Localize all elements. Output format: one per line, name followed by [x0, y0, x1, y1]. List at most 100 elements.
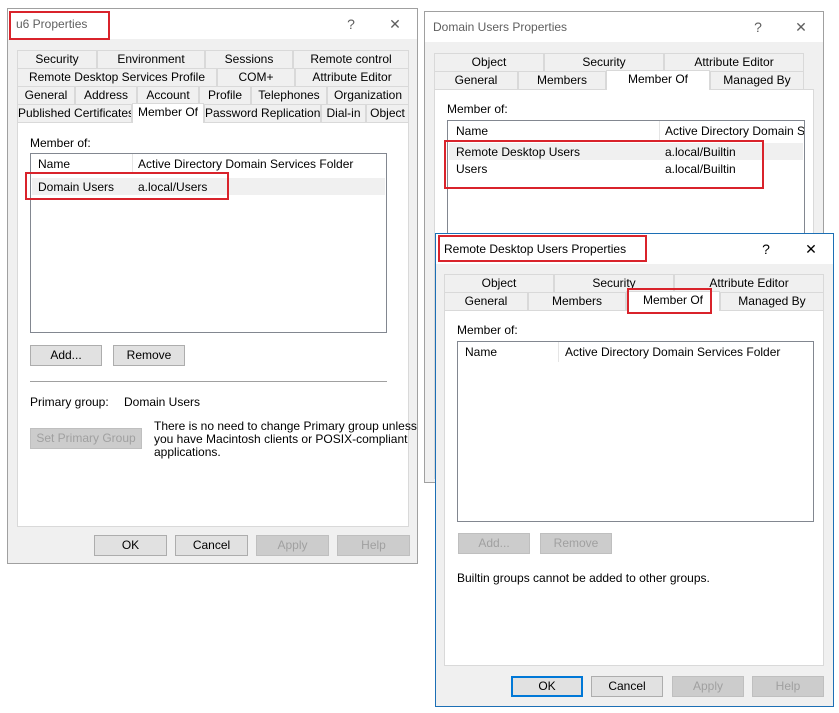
tab-com-plus[interactable]: COM+ — [217, 68, 295, 86]
help-title-button[interactable]: ? — [744, 16, 772, 38]
tab-remote-control[interactable]: Remote control — [293, 50, 409, 68]
col-name-header[interactable]: Name — [465, 345, 497, 359]
tab-member-of[interactable]: Member Of — [626, 291, 720, 311]
tab-profile[interactable]: Profile — [199, 86, 251, 104]
add-button[interactable]: Add... — [30, 345, 102, 366]
dialog-title: Domain Users Properties — [433, 20, 568, 34]
list-header: Name Active Directory Domain Services Fo… — [458, 342, 813, 362]
row-folder: a.local/Users — [138, 180, 208, 194]
u6-properties-dialog: u6 Properties ? ✕ Security Environment S… — [7, 8, 418, 564]
row-name: Domain Users — [38, 180, 115, 194]
list-header: Name Active Directory Domain Services Fo… — [31, 154, 386, 174]
col-separator — [132, 154, 133, 174]
tab-general[interactable]: General — [17, 86, 75, 104]
add-button[interactable]: Add... — [458, 533, 530, 554]
primary-group-value: Domain Users — [124, 395, 201, 409]
help-button[interactable]: Help — [337, 535, 410, 556]
member-of-list[interactable]: Name Active Directory Domain Services Fo… — [457, 341, 814, 522]
close-icon[interactable]: ✕ — [381, 13, 409, 35]
primary-group-note-3: applications. — [154, 445, 221, 459]
col-folder-header[interactable]: Active Directory Domain Services Folder — [565, 345, 780, 359]
apply-button[interactable]: Apply — [256, 535, 329, 556]
tab-general[interactable]: General — [444, 292, 528, 310]
dialog-title: u6 Properties — [16, 17, 88, 31]
tab-security[interactable]: Security — [554, 274, 674, 292]
title-bar: Remote Desktop Users Properties ? ✕ — [436, 234, 833, 264]
title-bar: u6 Properties ? ✕ — [8, 9, 417, 39]
tab-member-of[interactable]: Member Of — [606, 70, 710, 90]
cancel-button[interactable]: Cancel — [175, 535, 248, 556]
cancel-button[interactable]: Cancel — [591, 676, 663, 697]
tab-members[interactable]: Members — [528, 292, 626, 310]
member-of-label: Member of: — [447, 102, 508, 116]
primary-group-note-2: you have Macintosh clients or POSIX-comp… — [154, 432, 408, 446]
primary-group-note-1: There is no need to change Primary group… — [154, 419, 417, 433]
member-of-label: Member of: — [457, 323, 518, 337]
tab-security[interactable]: Security — [17, 50, 97, 68]
help-title-button[interactable]: ? — [337, 13, 365, 35]
tab-sessions[interactable]: Sessions — [205, 50, 293, 68]
divider — [30, 381, 387, 382]
tab-row-2: Remote Desktop Services Profile COM+ Att… — [17, 68, 409, 86]
row-name: Users — [456, 162, 488, 176]
member-of-list[interactable]: Name Active Directory Domain Services Fo… — [30, 153, 387, 333]
tab-published-certificates[interactable]: Published Certificates — [17, 104, 132, 122]
tab-panel: Member of: Name Active Directory Domain … — [444, 310, 824, 666]
tab-row-2: General Members Member Of Managed By — [444, 291, 824, 311]
col-separator — [659, 121, 660, 141]
tab-row-3: General Address Account Profile Telephon… — [17, 86, 409, 104]
tab-row-1: Object Security Attribute Editor — [444, 274, 824, 292]
remove-button[interactable]: Remove — [540, 533, 612, 554]
tab-row-1: Security Environment Sessions Remote con… — [17, 50, 409, 68]
tab-row-2: General Members Member Of Managed By — [434, 70, 804, 90]
row-folder: a.local/Builtin — [665, 162, 736, 176]
remote-desktop-users-properties-dialog: Remote Desktop Users Properties ? ✕ Obje… — [435, 233, 834, 707]
ok-button[interactable]: OK — [94, 535, 167, 556]
builtin-note: Builtin groups cannot be added to other … — [457, 571, 710, 585]
help-title-button[interactable]: ? — [752, 238, 780, 260]
col-separator — [558, 342, 559, 362]
tab-object[interactable]: Object — [434, 53, 544, 71]
tab-object[interactable]: Object — [366, 104, 409, 122]
tab-organization[interactable]: Organization — [327, 86, 409, 104]
tab-telephones[interactable]: Telephones — [251, 86, 327, 104]
close-icon[interactable]: ✕ — [797, 238, 825, 260]
col-folder-header[interactable]: Active Directory Domain Serv — [665, 124, 804, 138]
table-row[interactable]: Remote Desktop Users a.local/Builtin — [449, 143, 803, 160]
tab-attribute-editor[interactable]: Attribute Editor — [664, 53, 804, 71]
help-button[interactable]: Help — [752, 676, 824, 697]
set-primary-group-button[interactable]: Set Primary Group — [30, 428, 142, 449]
tab-object[interactable]: Object — [444, 274, 554, 292]
tab-account[interactable]: Account — [137, 86, 199, 104]
col-folder-header[interactable]: Active Directory Domain Services Folder — [138, 157, 353, 171]
col-name-header[interactable]: Name — [456, 124, 488, 138]
ok-button[interactable]: OK — [511, 676, 583, 697]
tab-security[interactable]: Security — [544, 53, 664, 71]
tab-dial-in[interactable]: Dial-in — [321, 104, 366, 122]
row-folder: a.local/Builtin — [665, 145, 736, 159]
tab-row-4: Published Certificates Member Of Passwor… — [17, 103, 409, 123]
tab-environment[interactable]: Environment — [97, 50, 205, 68]
remove-button[interactable]: Remove — [113, 345, 185, 366]
tab-rds-profile[interactable]: Remote Desktop Services Profile — [17, 68, 217, 86]
tab-address[interactable]: Address — [75, 86, 137, 104]
list-header: Name Active Directory Domain Serv — [448, 121, 804, 141]
dialog-title: Remote Desktop Users Properties — [444, 242, 627, 256]
tab-member-of[interactable]: Member Of — [132, 103, 204, 123]
tab-managed-by[interactable]: Managed By — [720, 292, 824, 310]
tab-general[interactable]: General — [434, 71, 518, 89]
table-row[interactable]: Users a.local/Builtin — [449, 160, 803, 177]
apply-button[interactable]: Apply — [672, 676, 744, 697]
tab-members[interactable]: Members — [518, 71, 606, 89]
col-name-header[interactable]: Name — [38, 157, 70, 171]
close-icon[interactable]: ✕ — [787, 16, 815, 38]
primary-group-label: Primary group: — [30, 395, 109, 409]
table-row[interactable]: Domain Users a.local/Users — [32, 178, 385, 195]
member-of-label: Member of: — [30, 136, 91, 150]
tab-managed-by[interactable]: Managed By — [710, 71, 804, 89]
member-of-list[interactable]: Name Active Directory Domain Serv Remote… — [447, 120, 805, 250]
tab-row-1: Object Security Attribute Editor — [434, 53, 804, 71]
tab-attribute-editor[interactable]: Attribute Editor — [295, 68, 409, 86]
tab-attribute-editor[interactable]: Attribute Editor — [674, 274, 824, 292]
tab-password-replication[interactable]: Password Replication — [204, 104, 321, 122]
